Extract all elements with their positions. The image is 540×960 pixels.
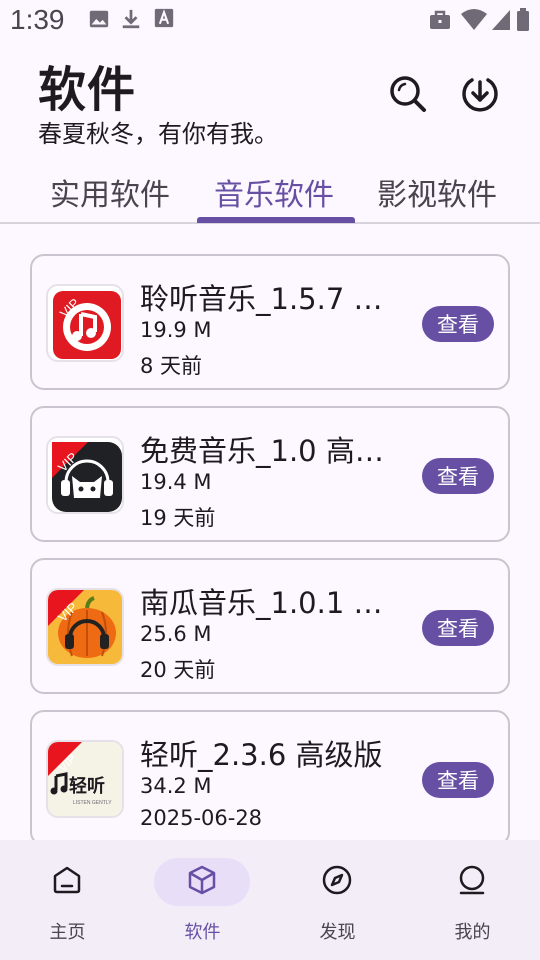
download-icon [120, 8, 142, 34]
app-name: 轻听_2.3.6 高级版 [140, 738, 383, 772]
home-icon [51, 864, 83, 900]
app-date: 2025-06-28 [140, 806, 263, 830]
app-date: 20 天前 [140, 658, 216, 682]
nav-label: 主页 [49, 922, 86, 943]
app-size: 34.2 M [140, 774, 212, 798]
person-icon [456, 864, 488, 900]
search-button[interactable] [386, 74, 430, 118]
nav-pill [154, 858, 250, 906]
download-icon [460, 74, 500, 118]
music-note-icon: VIP [46, 284, 124, 362]
tab-music[interactable]: 音乐软件 [214, 170, 334, 214]
app-size: 25.6 M [140, 622, 212, 646]
headphone-cat-icon: VIP [46, 436, 124, 514]
font-icon [154, 8, 174, 32]
app-size: 19.9 M [140, 318, 212, 342]
list-item[interactable]: VIP 免费音乐_1.0 高… 19.4 M 19 天前 查看 [30, 406, 510, 542]
nav-pill [289, 858, 385, 906]
list-item[interactable]: VIP 南瓜音乐_1.0.1 … 25.6 M 20 天前 查看 [30, 558, 510, 694]
nav-label: 发现 [319, 922, 356, 943]
pumpkin-headphones-icon: VIP [46, 588, 124, 666]
page-subtitle: 春夏秋冬，有你有我。 [38, 120, 278, 148]
nav-pill [424, 858, 520, 906]
download-button[interactable] [458, 74, 502, 118]
view-button[interactable]: 查看 [422, 610, 494, 646]
search-icon [388, 74, 428, 118]
wifi-icon [460, 8, 488, 36]
nav-label: 我的 [454, 922, 491, 943]
nav-software[interactable]: 软件 [135, 840, 270, 960]
app-name: 免费音乐_1.0 高… [140, 434, 384, 468]
nav-pill [19, 858, 115, 906]
nav-home[interactable]: 主页 [0, 840, 135, 960]
tab-utility[interactable]: 实用软件 [50, 170, 170, 214]
tab-video[interactable]: 影视软件 [377, 170, 497, 214]
page-title: 软件 [38, 62, 137, 118]
list-item[interactable]: 轻听 LISTEN GENTLY VIP 轻听_2.3.6 高级版 34.2 M… [30, 710, 510, 840]
nav-label: 软件 [184, 922, 221, 943]
image-icon [88, 8, 110, 34]
nav-discover[interactable]: 发现 [270, 840, 405, 960]
app-name: 聆听音乐_1.5.7 … [140, 282, 383, 316]
app-list[interactable]: VIP 聆听音乐_1.5.7 … 19.9 M 8 天前 查看 VIP 免费音乐… [0, 224, 540, 840]
tab-indicator [197, 217, 355, 223]
status-bar: 1:39 [0, 0, 540, 44]
briefcase-icon [428, 8, 452, 36]
qingting-logo-icon: 轻听 LISTEN GENTLY VIP [46, 740, 124, 818]
app-date: 8 天前 [140, 354, 203, 378]
view-button[interactable]: 查看 [422, 306, 494, 342]
svg-text:轻听: 轻听 [69, 775, 105, 797]
app-name: 南瓜音乐_1.0.1 … [140, 586, 383, 620]
category-tabs: 实用软件 音乐软件 影视软件 [0, 162, 540, 224]
compass-icon [321, 864, 353, 900]
view-button[interactable]: 查看 [422, 458, 494, 494]
bottom-navigation: 主页 软件 发现 我的 [0, 840, 540, 960]
nav-profile[interactable]: 我的 [405, 840, 540, 960]
app-date: 19 天前 [140, 506, 216, 530]
app-size: 19.4 M [140, 470, 212, 494]
status-time: 1:39 [10, 4, 65, 35]
battery-icon [516, 8, 530, 36]
svg-text:LISTEN GENTLY: LISTEN GENTLY [73, 800, 112, 806]
list-item[interactable]: VIP 聆听音乐_1.5.7 … 19.9 M 8 天前 查看 [30, 254, 510, 390]
box-icon [186, 864, 218, 900]
view-button[interactable]: 查看 [422, 762, 494, 798]
signal-icon [490, 8, 512, 36]
